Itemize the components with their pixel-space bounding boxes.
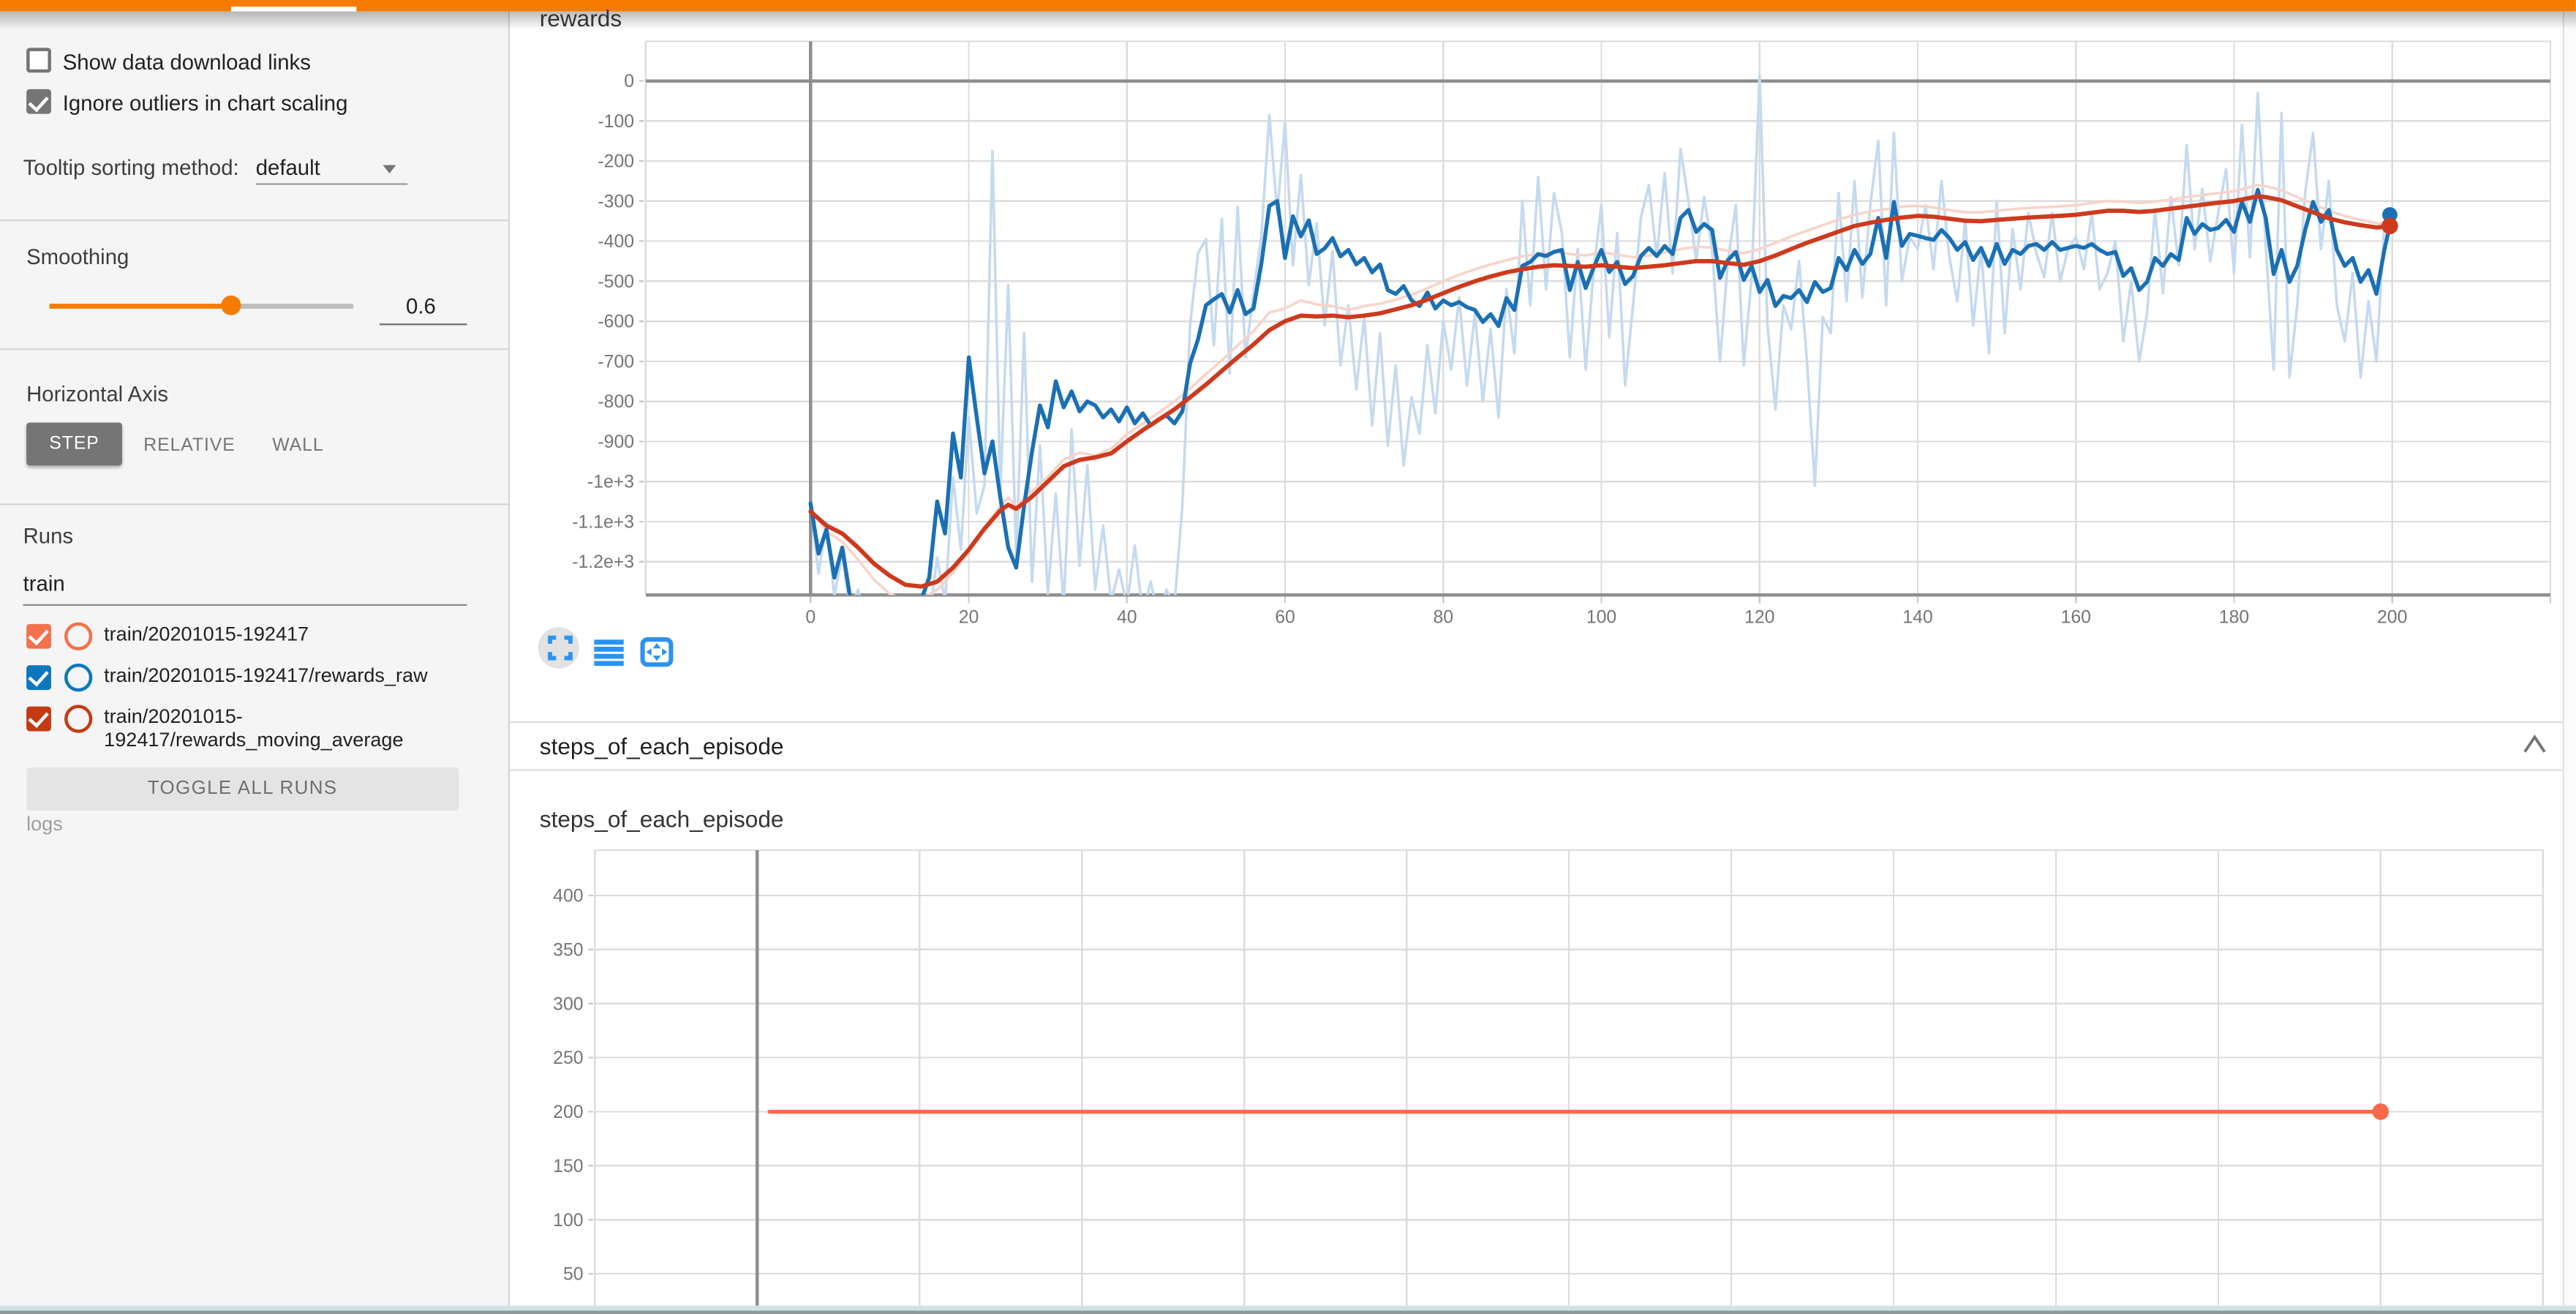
run-checkbox[interactable]	[26, 623, 51, 648]
dropdown-underline	[256, 182, 408, 184]
chevron-down-icon[interactable]	[383, 165, 396, 173]
divider	[0, 503, 510, 504]
svg-text:350: 350	[553, 940, 583, 960]
axis-relative-button[interactable]: RELATIVE	[143, 435, 235, 455]
run-label: train/20201015-192417/rewards_raw	[104, 663, 473, 687]
svg-text:-400: -400	[598, 232, 634, 252]
svg-text:40: 40	[1117, 608, 1137, 628]
svg-text:250: 250	[553, 1048, 583, 1068]
rewards-chart[interactable]: 0 -100 -200 -300 -400 -500 -600 -700 -800 -900 -1e…	[510, 0, 2576, 721]
tooltip-sorting-dropdown[interactable]: default	[256, 154, 320, 179]
runs-filter-input[interactable]: train	[23, 571, 65, 596]
fit-domain-icon[interactable]	[640, 637, 673, 667]
svg-text:20: 20	[959, 608, 979, 628]
svg-text:-1.1e+3: -1.1e+3	[572, 512, 634, 532]
smoothing-slider-knob[interactable]	[222, 296, 241, 315]
sidebar: Show data download links Ignore outliers…	[0, 11, 510, 1314]
svg-text:-1e+3: -1e+3	[587, 473, 634, 492]
run-label: train/20201015-192417	[104, 621, 473, 645]
scrollbar[interactable]	[2562, 11, 2576, 1305]
svg-text:60: 60	[1275, 608, 1295, 628]
rewards-chart-title: rewards	[540, 4, 622, 31]
tooltip-sorting-label: Tooltip sorting method:	[23, 154, 239, 179]
svg-text:140: 140	[1902, 608, 1932, 628]
smoothing-value[interactable]: 0.6	[406, 293, 436, 318]
horizontal-axis-label: Horizontal Axis	[26, 381, 168, 406]
svg-text:150: 150	[553, 1157, 583, 1176]
svg-text:50: 50	[563, 1265, 584, 1285]
svg-text:100: 100	[1586, 608, 1616, 628]
ignore-outliers-label: Ignore outliers in chart scaling	[63, 90, 348, 115]
svg-text:-900: -900	[598, 432, 634, 452]
tensorboard-page: Show data download links Ignore outliers…	[0, 0, 2576, 1314]
svg-text:-600: -600	[598, 312, 634, 332]
logs-label: logs	[26, 811, 63, 835]
run-checkbox[interactable]	[26, 664, 51, 689]
svg-text:200: 200	[2377, 608, 2407, 628]
section-header-title: steps_of_each_episode	[540, 733, 784, 759]
svg-text:100: 100	[553, 1211, 583, 1231]
run-label: train/20201015-192417/rewards_moving_ave…	[104, 704, 473, 751]
svg-text:-700: -700	[598, 352, 634, 372]
svg-text:300: 300	[553, 994, 583, 1014]
svg-text:-300: -300	[598, 192, 634, 211]
section-divider	[510, 721, 2576, 724]
runs-filter-underline	[23, 604, 467, 605]
smoothing-slider-track[interactable]	[232, 304, 353, 308]
svg-text:-800: -800	[598, 392, 634, 412]
ignore-outliers-checkbox[interactable]	[26, 89, 51, 114]
svg-text:180: 180	[2219, 608, 2249, 628]
svg-text:400: 400	[553, 887, 583, 906]
axis-wall-button[interactable]: WALL	[272, 435, 323, 455]
svg-text:80: 80	[1433, 608, 1453, 628]
smoothing-label: Smoothing	[26, 244, 129, 269]
svg-text:-200: -200	[598, 152, 634, 172]
axis-step-button[interactable]: STEP	[26, 423, 122, 466]
run-checkbox[interactable]	[26, 706, 51, 731]
toggle-all-runs-button[interactable]: TOGGLE ALL RUNS	[26, 767, 459, 811]
smoothing-slider-fill	[50, 304, 232, 308]
bottom-edge-line	[0, 1305, 2576, 1310]
steps-chart[interactable]: 400 350 300 250 200 150 100 50	[510, 771, 2576, 1306]
run-radio[interactable]	[64, 663, 92, 691]
svg-text:120: 120	[1744, 608, 1774, 628]
divider	[0, 219, 510, 221]
chevron-up-icon[interactable]	[2521, 734, 2547, 754]
svg-text:-500: -500	[598, 272, 634, 292]
fullscreen-icon[interactable]	[547, 636, 572, 661]
svg-text:200: 200	[553, 1103, 583, 1122]
svg-text:0: 0	[624, 72, 634, 91]
smoothing-value-underline	[380, 323, 467, 324]
show-download-label: Show data download links	[63, 49, 311, 74]
divider	[0, 348, 510, 350]
svg-text:-1.2e+3: -1.2e+3	[572, 552, 634, 572]
runs-label: Runs	[23, 522, 73, 547]
run-radio[interactable]	[64, 704, 92, 732]
svg-text:-100: -100	[598, 112, 634, 132]
run-radio[interactable]	[64, 621, 92, 649]
svg-text:0: 0	[805, 608, 816, 628]
svg-text:160: 160	[2061, 608, 2091, 628]
data-table-icon[interactable]	[594, 638, 624, 666]
window-edge	[0, 1310, 2576, 1314]
show-download-checkbox[interactable]	[26, 48, 51, 72]
